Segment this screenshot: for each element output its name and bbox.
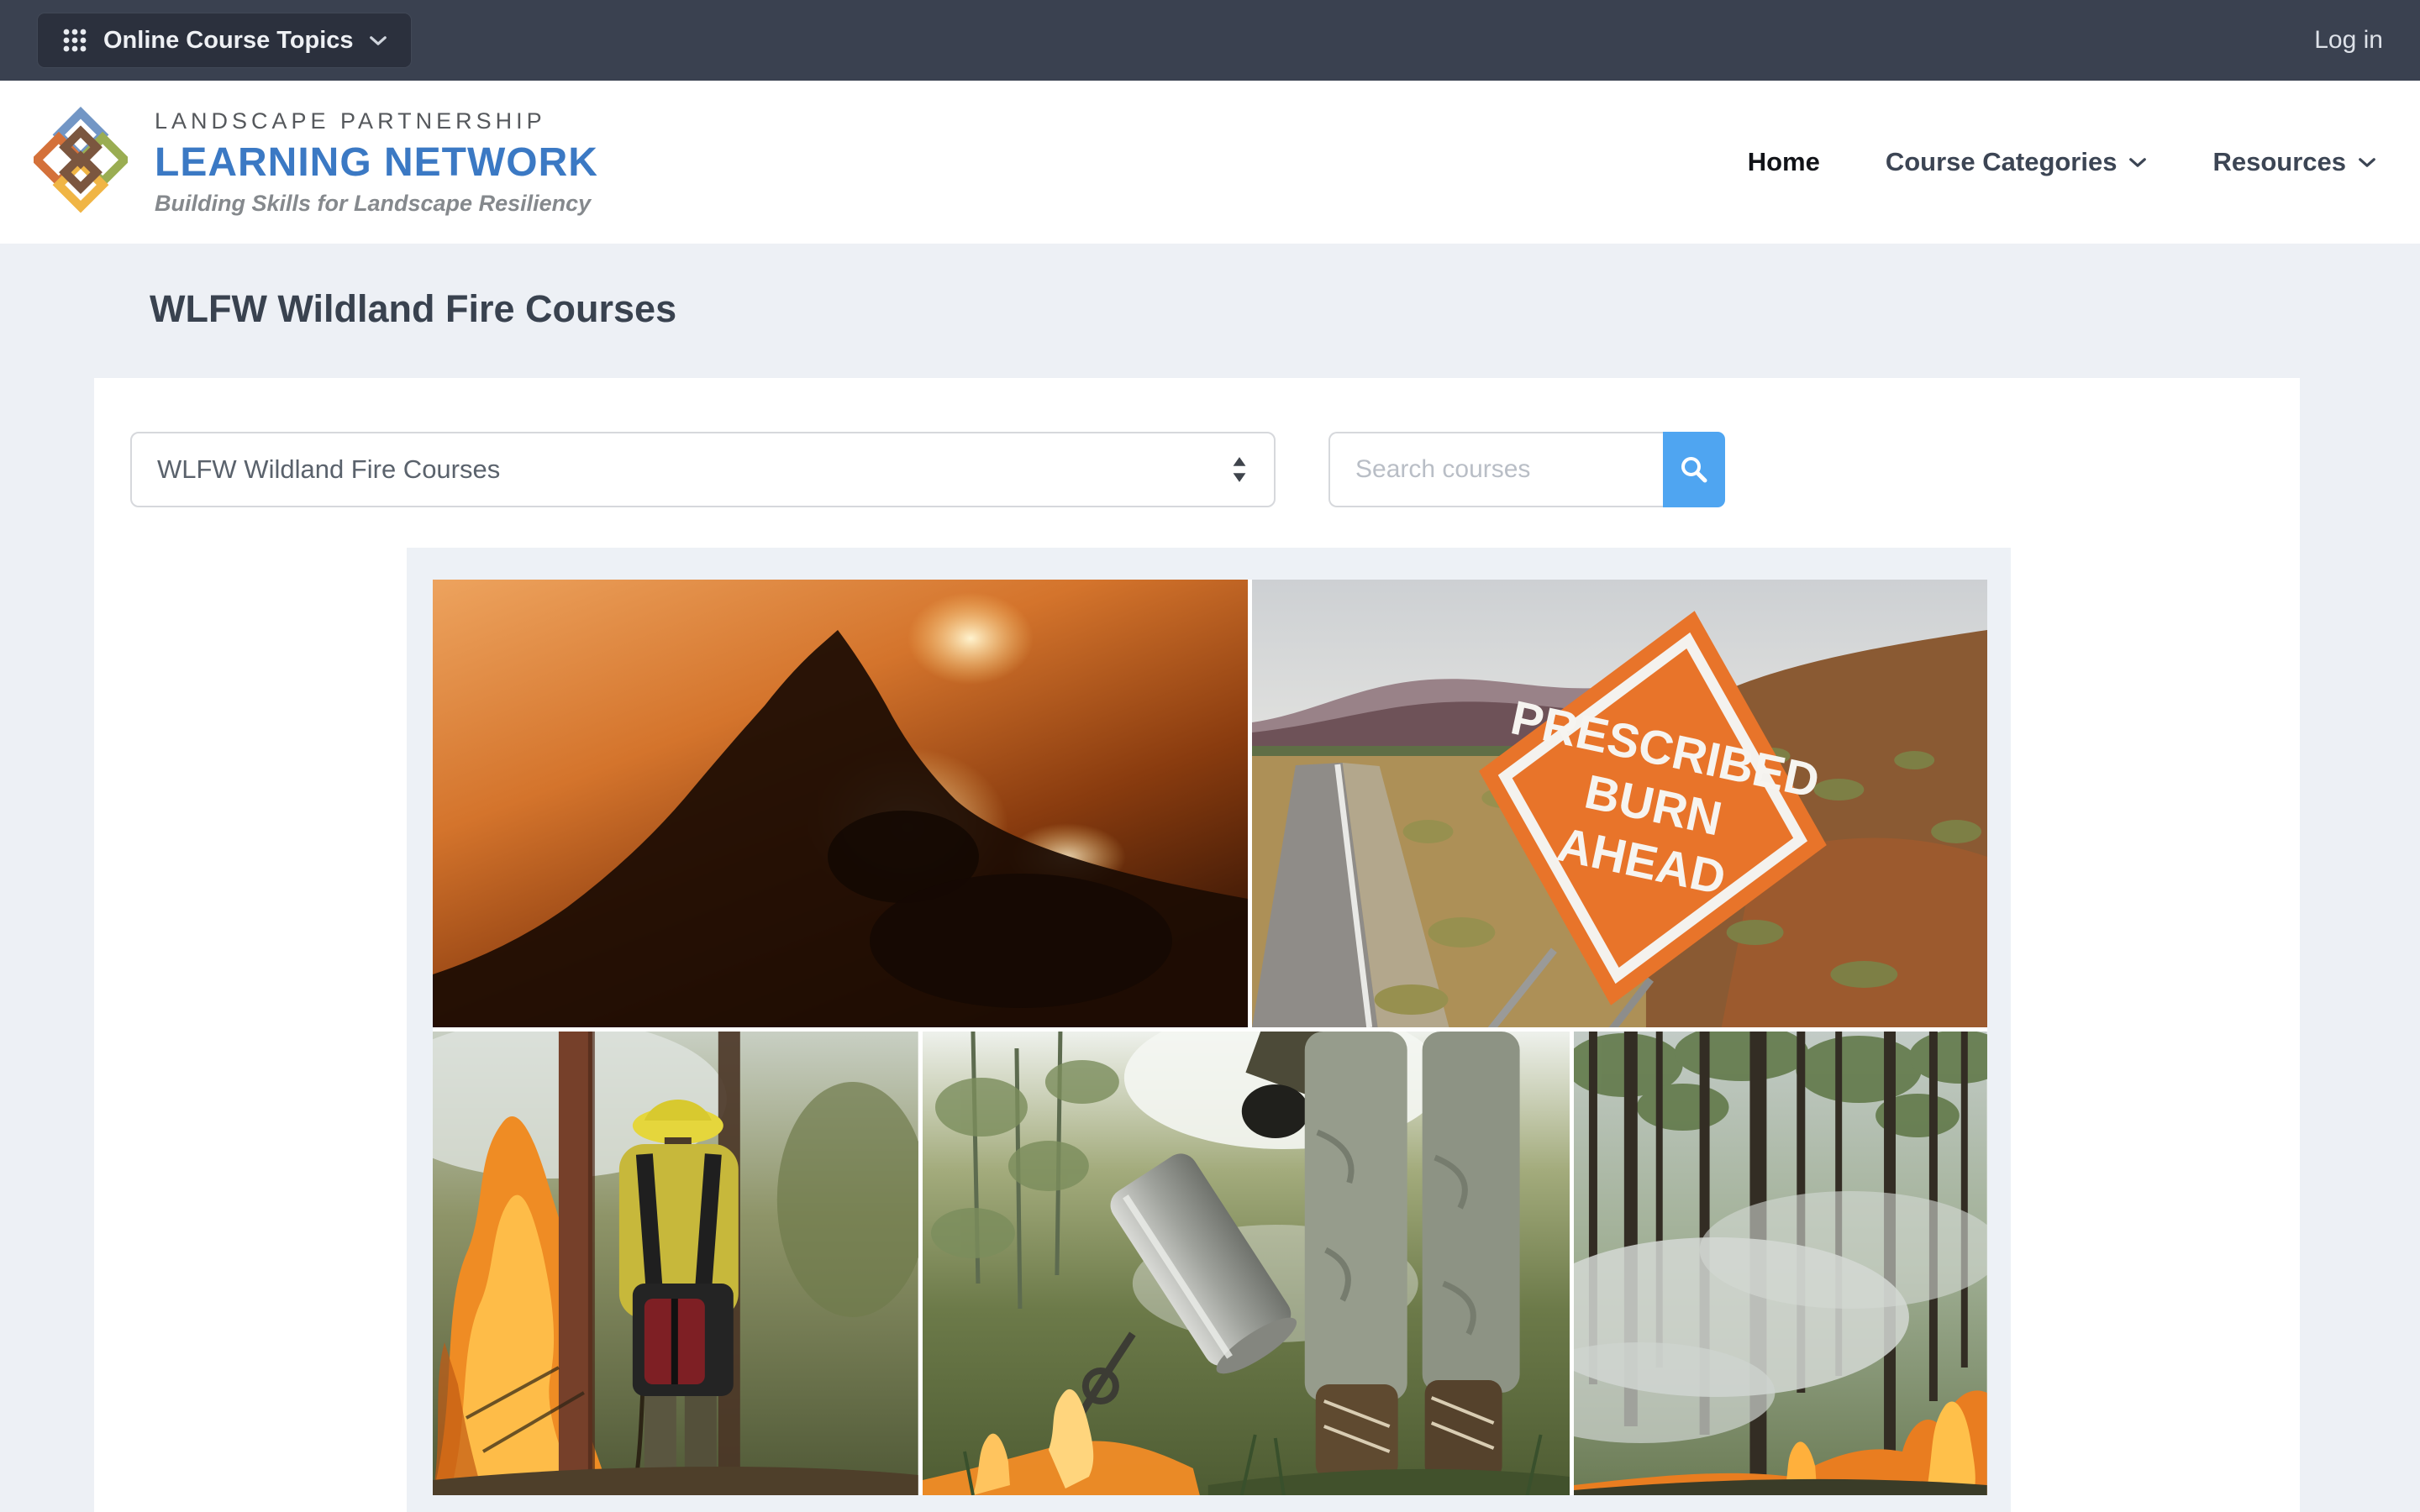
brand-text: LANDSCAPE PARTNERSHIP LEARNING NETWORK B… bbox=[155, 108, 598, 217]
collage-panel: PRESCRIBED BURN AHEAD bbox=[407, 548, 2011, 1512]
search-input[interactable] bbox=[1328, 432, 1663, 507]
chevron-down-icon bbox=[369, 35, 387, 46]
collage-photo-prescribed-burn-sign: PRESCRIBED BURN AHEAD bbox=[1252, 580, 1987, 1027]
collage-photo-night-wildfire bbox=[433, 580, 1248, 1027]
main-content: WLFW Wildland Fire Courses WLFW Wildland… bbox=[0, 287, 2420, 1512]
updown-arrows-icon bbox=[1230, 455, 1249, 484]
magnifier-icon bbox=[1679, 454, 1709, 485]
login-link[interactable]: Log in bbox=[2314, 26, 2383, 55]
nav-item-course-categories[interactable]: Course Categories bbox=[1886, 147, 2148, 177]
online-course-topics-label: Online Course Topics bbox=[103, 27, 354, 55]
grid-icon bbox=[61, 27, 88, 54]
brand-kicker: LANDSCAPE PARTNERSHIP bbox=[155, 108, 598, 134]
collage-row-bottom bbox=[433, 1032, 1987, 1495]
page-title: WLFW Wildland Fire Courses bbox=[150, 287, 2420, 331]
category-select[interactable]: WLFW Wildland Fire Courses bbox=[130, 432, 1276, 507]
collage-photo-drip-torch bbox=[923, 1032, 1570, 1495]
category-select-value: WLFW Wildland Fire Courses bbox=[157, 454, 500, 485]
online-course-topics-button[interactable]: Online Course Topics bbox=[37, 13, 412, 68]
collage-row-top: PRESCRIBED BURN AHEAD bbox=[433, 580, 1987, 1027]
search-button[interactable] bbox=[1663, 432, 1725, 507]
main-nav: Home Course Categories Resources bbox=[1748, 147, 2376, 177]
brand-title: LEARNING NETWORK bbox=[155, 139, 598, 186]
interlocking-diamonds-logo bbox=[34, 102, 128, 222]
nav-item-home[interactable]: Home bbox=[1748, 147, 1820, 177]
chevron-down-icon bbox=[2128, 157, 2147, 168]
filters-row: WLFW Wildland Fire Courses bbox=[130, 432, 2300, 507]
topbar: Online Course Topics Log in bbox=[0, 0, 2420, 81]
collage-photo-smoky-forest bbox=[1574, 1032, 1987, 1495]
nav-item-label: Home bbox=[1748, 147, 1820, 177]
nav-item-label: Course Categories bbox=[1886, 147, 2118, 177]
search-group bbox=[1328, 432, 1725, 507]
brand-tagline: Building Skills for Landscape Resiliency bbox=[155, 191, 598, 217]
chevron-down-icon bbox=[2358, 157, 2376, 168]
brand: LANDSCAPE PARTNERSHIP LEARNING NETWORK B… bbox=[34, 102, 598, 222]
site-header: LANDSCAPE PARTNERSHIP LEARNING NETWORK B… bbox=[0, 81, 2420, 244]
nav-item-resources[interactable]: Resources bbox=[2212, 147, 2376, 177]
wildland-fire-collage: PRESCRIBED BURN AHEAD bbox=[433, 580, 1987, 1495]
nav-item-label: Resources bbox=[2212, 147, 2346, 177]
courses-card: WLFW Wildland Fire Courses bbox=[94, 378, 2300, 1512]
collage-photo-firefighter bbox=[433, 1032, 918, 1495]
